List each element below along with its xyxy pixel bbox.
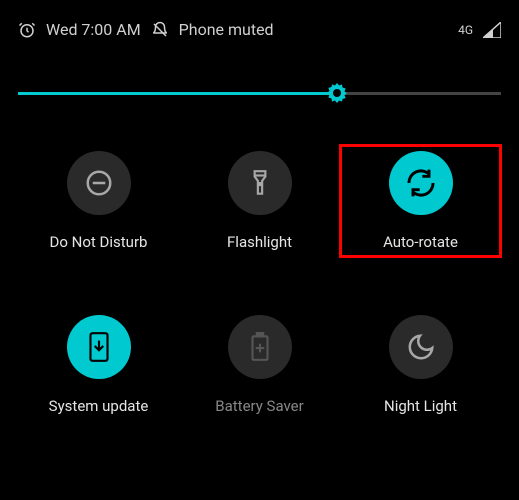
tile-label: Night Light: [384, 397, 457, 415]
alarm-time: Wed 7:00 AM: [46, 20, 141, 39]
brightness-slider[interactable]: [18, 81, 501, 105]
dnd-icon: [67, 151, 131, 215]
brightness-thumb-icon[interactable]: [325, 81, 349, 105]
signal-icon: [483, 22, 501, 38]
tile-battery-saver[interactable]: Battery Saver: [179, 309, 340, 421]
network-label: 4G: [458, 23, 473, 37]
quick-tiles-grid: Do Not Disturb Flashlight Auto-rotat: [18, 145, 501, 421]
tile-night-light[interactable]: Night Light: [340, 309, 501, 421]
mute-icon: [151, 21, 169, 39]
tile-label: Battery Saver: [215, 397, 303, 415]
brightness-track-inactive: [337, 92, 501, 95]
tile-label: Flashlight: [227, 233, 292, 251]
battery-saver-icon: [228, 315, 292, 379]
tile-do-not-disturb[interactable]: Do Not Disturb: [18, 145, 179, 257]
tile-label: Auto-rotate: [383, 233, 458, 251]
tile-label: Do Not Disturb: [50, 233, 148, 251]
system-update-icon: [67, 315, 131, 379]
mute-label: Phone muted: [179, 20, 274, 39]
brightness-track-active: [18, 92, 337, 95]
tile-system-update[interactable]: System update: [18, 309, 179, 421]
tile-label: System update: [49, 397, 149, 415]
flashlight-icon: [228, 151, 292, 215]
auto-rotate-icon: [389, 151, 453, 215]
status-bar: Wed 7:00 AM Phone muted 4G: [18, 20, 501, 39]
alarm-icon: [18, 21, 36, 39]
tile-flashlight[interactable]: Flashlight: [179, 145, 340, 257]
tile-auto-rotate[interactable]: Auto-rotate: [340, 145, 501, 257]
quick-settings-panel: Wed 7:00 AM Phone muted 4G: [0, 0, 519, 421]
night-light-icon: [389, 315, 453, 379]
